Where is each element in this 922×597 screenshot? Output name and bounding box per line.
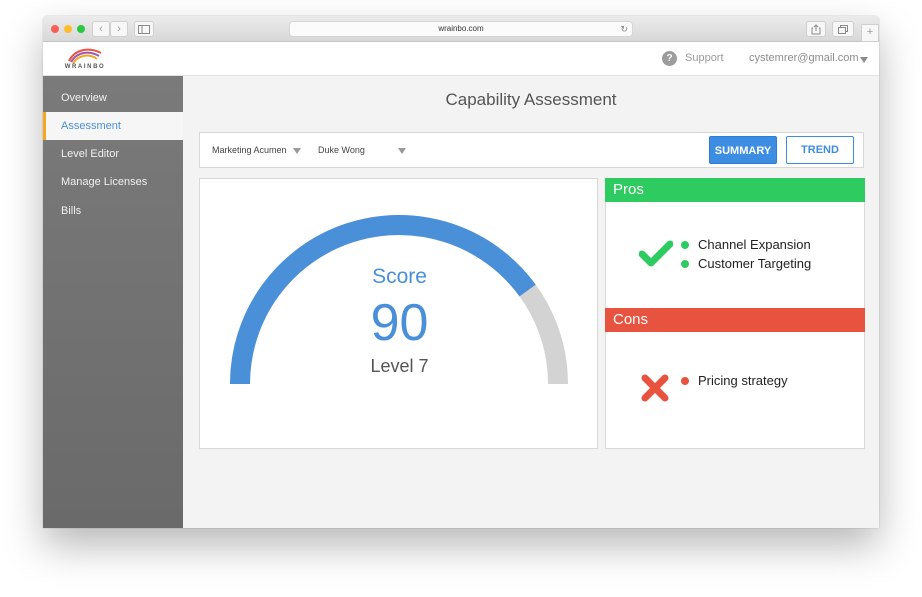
score-level: Level 7: [370, 356, 429, 376]
person-dropdown[interactable]: Duke Wong: [318, 145, 365, 155]
sidebar-icon: [138, 25, 150, 34]
close-window-button[interactable]: [51, 25, 59, 33]
score-panel: Score 90 Level 7: [199, 178, 598, 449]
sidebar-item-level-editor[interactable]: Level Editor: [43, 140, 183, 168]
chevron-down-icon[interactable]: [293, 148, 301, 154]
address-bar[interactable]: wrainbo.com ↻: [289, 21, 633, 37]
tabs-icon: [838, 25, 848, 34]
pros-cons-panel: Pros Channel Expansion Customer Targetin…: [605, 178, 865, 449]
score-value: 90: [370, 294, 429, 352]
cross-icon: [641, 374, 669, 402]
help-icon: ?: [662, 51, 677, 66]
back-button[interactable]: ‹: [92, 21, 110, 37]
browser-window: ‹ › wrainbo.com ↻ + WRAINBO ? Support cy…: [43, 16, 879, 528]
chevron-left-icon: ‹: [99, 23, 103, 35]
share-icon: [811, 24, 821, 35]
pros-list-item: Customer Targeting: [681, 256, 811, 271]
trend-button[interactable]: TREND: [786, 136, 854, 164]
account-email[interactable]: cystemrer@gmail.com: [749, 52, 859, 64]
category-dropdown[interactable]: Marketing Acumen: [212, 145, 287, 155]
bullet-icon: [681, 241, 689, 249]
pros-header: Pros: [605, 178, 865, 202]
plus-icon: +: [866, 26, 874, 38]
wrainbo-logo[interactable]: WRAINBO: [61, 47, 109, 73]
browser-toolbar: ‹ › wrainbo.com ↻ +: [43, 16, 879, 42]
zoom-window-button[interactable]: [77, 25, 85, 33]
share-button[interactable]: [806, 21, 826, 37]
new-tab-button[interactable]: +: [861, 24, 879, 42]
logo-text: WRAINBO: [64, 64, 106, 70]
chevron-right-icon: ›: [117, 23, 121, 35]
app-header: WRAINBO ? Support cystemrer@gmail.com: [43, 42, 879, 76]
page-title: Capability Assessment: [445, 90, 617, 109]
sidebar-toggle-button[interactable]: [134, 21, 154, 37]
chevron-down-icon[interactable]: [860, 57, 868, 63]
filter-bar: Marketing Acumen Duke Wong SUMMARY TREND: [199, 132, 864, 168]
bullet-icon: [681, 377, 689, 385]
support-label: Support: [685, 52, 724, 64]
check-icon: [639, 240, 673, 267]
url-text: wrainbo.com: [438, 24, 484, 33]
sidebar-item-manage-licenses[interactable]: Manage Licenses: [43, 168, 183, 196]
bullet-icon: [681, 260, 689, 268]
sidebar-item-bills[interactable]: Bills: [43, 197, 183, 225]
minimize-window-button[interactable]: [64, 25, 72, 33]
show-tabs-button[interactable]: [832, 21, 854, 37]
cons-header: Cons: [605, 308, 865, 332]
pros-list-item: Channel Expansion: [681, 237, 811, 252]
score-label: Score: [372, 265, 427, 288]
reload-icon[interactable]: ↻: [620, 22, 628, 36]
chevron-down-icon[interactable]: [398, 148, 406, 154]
summary-button[interactable]: SUMMARY: [709, 136, 777, 164]
sidebar-item-assessment[interactable]: Assessment: [43, 112, 183, 140]
logo-swoosh-icon: [68, 48, 102, 64]
sidebar-item-overview[interactable]: Overview: [43, 84, 183, 112]
forward-button[interactable]: ›: [110, 21, 128, 37]
sidebar: Overview Assessment Level Editor Manage …: [43, 76, 183, 528]
cons-list-item: Pricing strategy: [681, 373, 788, 388]
